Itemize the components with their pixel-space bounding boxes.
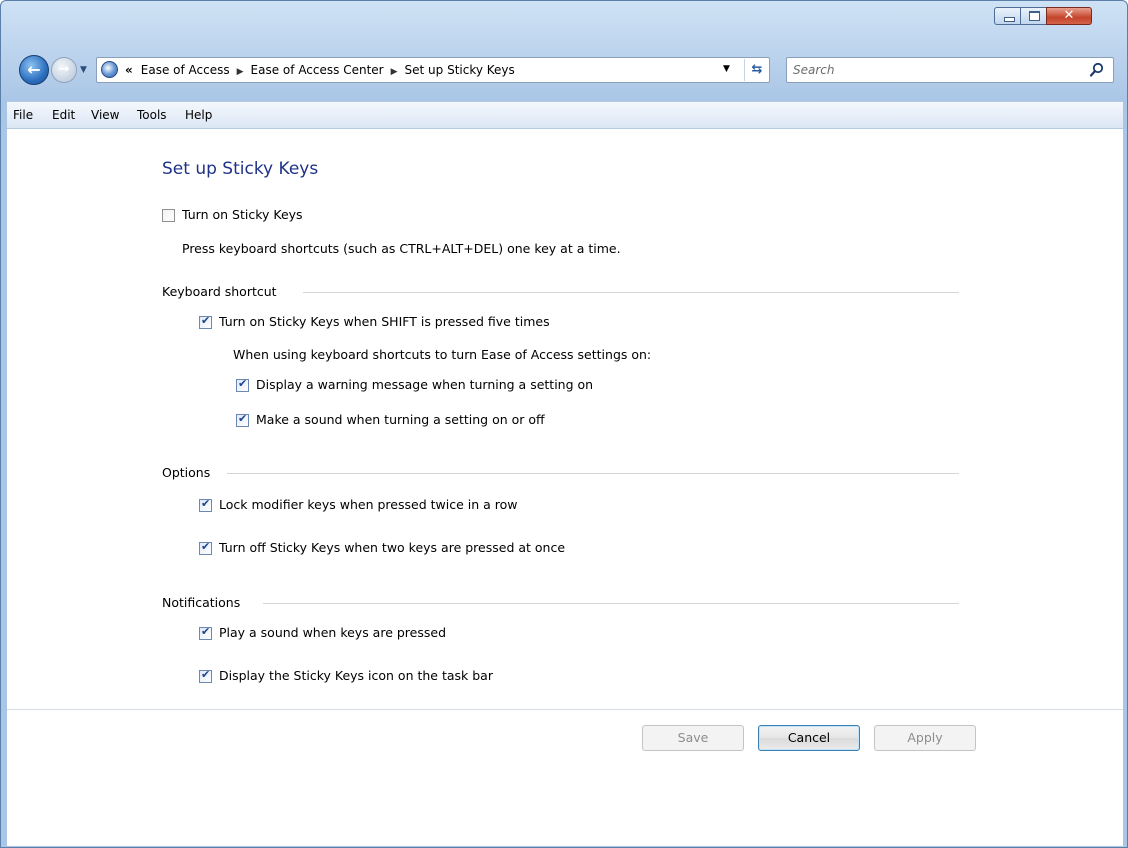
keyboard-shortcut-heading: Keyboard shortcut [162,284,277,299]
display-taskbar-icon-checkbox[interactable] [199,668,212,683]
content-pane: Set up Sticky Keys Turn on Sticky Keys P… [7,129,1123,846]
save-button[interactable]: Save [642,725,744,751]
explorer-window: ✕ ← → ▼ « Ease of Access ▶ Ease of Access C… [0,0,1128,848]
control-panel-icon [101,61,118,78]
notifications-divider [263,603,959,604]
recent-pages-dropdown-icon[interactable]: ▼ [80,65,87,75]
sticky-keys-description: Press keyboard shortcuts (such as CTRL+A… [182,241,621,256]
display-warning-label[interactable]: Display a warning message when turning a… [256,377,593,392]
breadcrumb-separator-icon[interactable]: ▶ [391,67,398,77]
menu-view[interactable]: View [85,102,125,128]
breadcrumb-set-up-sticky-keys[interactable]: Set up Sticky Keys [405,63,515,77]
turn-off-two-keys-checkbox[interactable] [199,540,212,555]
menu-tools[interactable]: Tools [131,102,173,128]
breadcrumb-overflow[interactable]: « [125,63,133,77]
minimize-button[interactable] [994,7,1021,25]
minimize-icon [1004,17,1015,22]
back-button[interactable]: ← [19,55,49,85]
play-sound-keys-checkbox[interactable] [199,625,212,640]
maximize-button[interactable] [1020,7,1047,25]
close-icon: ✕ [1063,8,1075,23]
close-button[interactable]: ✕ [1046,7,1092,25]
apply-button[interactable]: Apply [874,725,976,751]
lock-modifier-keys-label[interactable]: Lock modifier keys when pressed twice in… [219,497,517,512]
breadcrumb: « Ease of Access ▶ Ease of Access Center ▶ Se… [125,58,515,82]
menu-file[interactable]: File [7,102,39,128]
make-sound-checkbox[interactable] [236,412,249,427]
menu-edit[interactable]: Edit [46,102,81,128]
search-box[interactable] [786,57,1114,83]
menu-help[interactable]: Help [179,102,218,128]
options-heading: Options [162,465,211,480]
options-divider [227,473,959,474]
play-sound-keys-label[interactable]: Play a sound when keys are pressed [219,625,446,640]
address-dropdown-icon[interactable]: ▼ [723,64,730,74]
forward-button[interactable]: → [51,57,77,83]
back-arrow-icon: ← [27,60,41,79]
breadcrumb-separator-icon[interactable]: ▶ [237,67,244,77]
shortcut-settings-subheading: When using keyboard shortcuts to turn Ea… [233,347,652,362]
turn-on-sticky-keys-checkbox[interactable] [162,209,175,222]
display-warning-checkbox[interactable] [236,377,249,392]
cancel-button[interactable]: Cancel [758,725,860,751]
address-bar[interactable]: « Ease of Access ▶ Ease of Access Center ▶ Se… [96,57,770,83]
lock-modifier-keys-checkbox[interactable] [199,497,212,512]
shift-five-times-checkbox[interactable] [199,314,212,329]
notifications-heading: Notifications [162,595,241,610]
display-taskbar-icon-label[interactable]: Display the Sticky Keys icon on the task… [219,668,493,683]
breadcrumb-ease-of-access-center[interactable]: Ease of Access Center [251,63,384,77]
menu-bar: File Edit View Tools Help [7,101,1123,129]
breadcrumb-ease-of-access[interactable]: Ease of Access [141,63,230,77]
turn-on-sticky-keys-label[interactable]: Turn on Sticky Keys [182,207,303,222]
turn-off-two-keys-label[interactable]: Turn off Sticky Keys when two keys are p… [219,540,565,555]
refresh-button[interactable]: ⇆ [744,59,769,81]
keyboard-shortcut-divider [303,292,959,293]
shift-five-times-label[interactable]: Turn on Sticky Keys when SHIFT is presse… [219,314,550,329]
page-title: Set up Sticky Keys [162,159,319,179]
search-input[interactable] [793,61,1073,79]
search-icon[interactable] [1089,62,1105,78]
maximize-icon [1029,11,1040,21]
forward-arrow-icon: → [58,62,70,77]
make-sound-label[interactable]: Make a sound when turning a setting on o… [256,412,545,427]
